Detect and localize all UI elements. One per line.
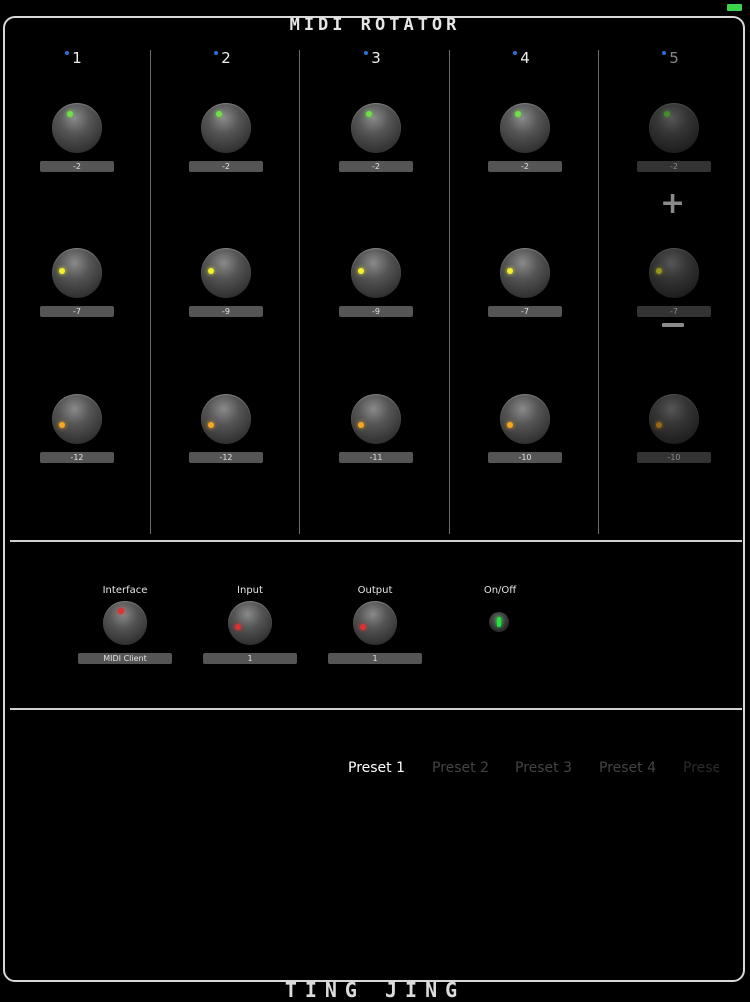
rotate-knob[interactable] — [351, 248, 401, 298]
column-separator — [150, 50, 151, 534]
preset-tab[interactable]: Preset 2 — [432, 760, 489, 776]
knob-value: -9 — [189, 306, 263, 317]
output-label: Output — [357, 585, 393, 596]
input-label: Input — [237, 585, 263, 596]
app-title: MIDI ROTATOR — [289, 15, 461, 35]
knob-indicator — [656, 422, 662, 428]
onoff-button[interactable] — [489, 612, 509, 632]
knob-indicator — [118, 608, 124, 614]
knob-value: -2 — [40, 161, 114, 172]
knob-value: -7 — [40, 306, 114, 317]
column-number: 4 — [520, 49, 530, 67]
rotate-knob[interactable] — [500, 103, 550, 153]
knob-value: -11 — [339, 452, 413, 463]
knob-value: -7 — [637, 306, 711, 317]
rotate-knob[interactable] — [201, 103, 251, 153]
knob-indicator — [360, 624, 366, 630]
plus-button[interactable]: + — [660, 189, 685, 219]
knob-indicator — [664, 111, 670, 117]
knob-indicator — [366, 111, 372, 117]
battery-icon — [727, 4, 742, 11]
rotate-knob[interactable] — [649, 394, 699, 444]
output-knob[interactable] — [353, 601, 397, 645]
rotate-knob[interactable] — [351, 394, 401, 444]
knob-indicator — [656, 268, 662, 274]
rotate-knob[interactable] — [649, 248, 699, 298]
knob-value: -2 — [637, 161, 711, 172]
knob-indicator — [507, 422, 513, 428]
rotate-knob[interactable] — [201, 394, 251, 444]
preset-tab[interactable]: Preset 1 — [348, 760, 405, 776]
knob-value: -7 — [488, 306, 562, 317]
knob-value: -2 — [339, 161, 413, 172]
rotate-knob[interactable] — [649, 103, 699, 153]
knob-value: -9 — [339, 306, 413, 317]
knob-indicator — [216, 111, 222, 117]
preset-tab[interactable]: Preset 4 — [599, 760, 656, 776]
column-separator — [299, 50, 300, 534]
column-separator — [598, 50, 599, 534]
onoff-label: On/Off — [483, 585, 517, 596]
knob-indicator — [208, 268, 214, 274]
knob-indicator — [59, 268, 65, 274]
knob-value: -10 — [488, 452, 562, 463]
rotate-knob[interactable] — [351, 103, 401, 153]
knob-value: -12 — [189, 452, 263, 463]
rotate-knob[interactable] — [201, 248, 251, 298]
rotate-knob[interactable] — [52, 394, 102, 444]
knob-indicator — [507, 268, 513, 274]
interface-knob[interactable] — [103, 601, 147, 645]
minus-button[interactable] — [662, 323, 684, 327]
knob-indicator — [235, 624, 241, 630]
section-divider — [10, 540, 742, 542]
rotate-knob[interactable] — [52, 103, 102, 153]
column-number: 2 — [221, 49, 231, 67]
column-separator — [449, 50, 450, 534]
knob-value: -12 — [40, 452, 114, 463]
knob-indicator — [59, 422, 65, 428]
footer-title: TING JING — [284, 978, 466, 1002]
interface-value: MIDI Client — [78, 653, 172, 664]
knob-value: -2 — [488, 161, 562, 172]
preset-tab[interactable]: Preset 3 — [515, 760, 572, 776]
preset-tab[interactable]: Prese — [683, 760, 719, 776]
column-number: 1 — [72, 49, 82, 67]
knob-indicator — [67, 111, 73, 117]
input-knob[interactable] — [228, 601, 272, 645]
column-number: 3 — [371, 49, 381, 67]
rotate-knob[interactable] — [52, 248, 102, 298]
knob-value: -10 — [637, 452, 711, 463]
knob-indicator — [208, 422, 214, 428]
output-value: 1 — [328, 653, 422, 664]
power-led-icon — [497, 617, 501, 627]
rotate-knob[interactable] — [500, 248, 550, 298]
knob-indicator — [358, 422, 364, 428]
section-divider — [10, 708, 742, 710]
input-value: 1 — [203, 653, 297, 664]
interface-label: Interface — [102, 585, 148, 596]
knob-indicator — [515, 111, 521, 117]
rotate-knob[interactable] — [500, 394, 550, 444]
knob-value: -2 — [189, 161, 263, 172]
knob-indicator — [358, 268, 364, 274]
column-number: 5 — [669, 49, 679, 67]
